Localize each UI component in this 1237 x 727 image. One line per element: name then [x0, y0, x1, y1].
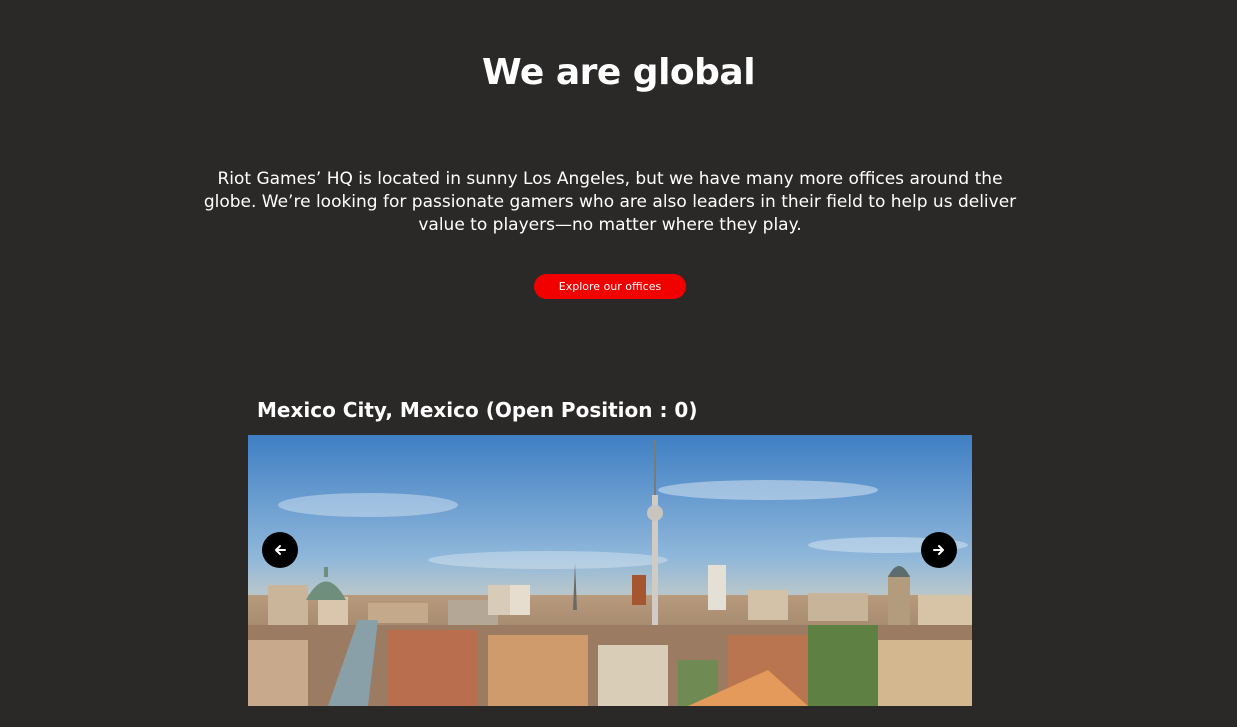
carousel-prev-button[interactable]: [262, 532, 298, 568]
city-skyline-image: [248, 435, 972, 706]
office-title: Mexico City, Mexico (Open Position : 0): [257, 398, 698, 422]
page: We are global Riot Games’ HQ is located …: [0, 0, 1237, 727]
section-description: Riot Games’ HQ is located in sunny Los A…: [203, 169, 1017, 235]
arrow-right-icon: [933, 545, 944, 555]
office-carousel[interactable]: [248, 435, 972, 706]
explore-offices-button[interactable]: Explore our offices: [534, 274, 686, 299]
arrow-left-icon: [275, 545, 286, 555]
carousel-next-button[interactable]: [921, 532, 957, 568]
section-title: We are global: [481, 52, 756, 93]
